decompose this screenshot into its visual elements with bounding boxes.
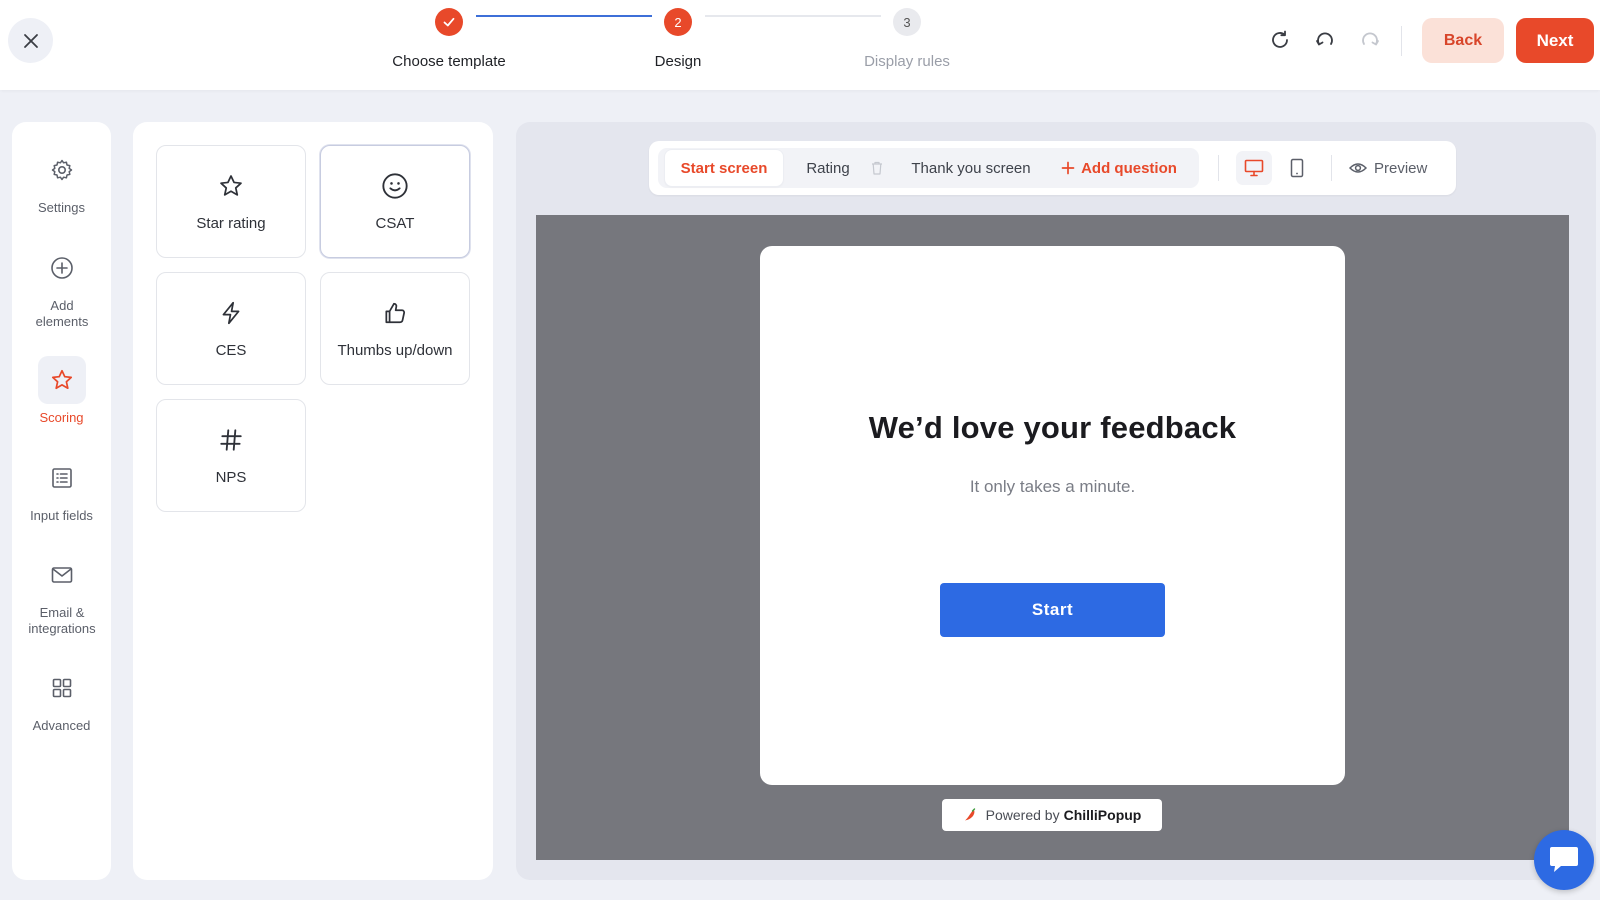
chat-widget-button[interactable] [1534,830,1594,890]
hash-icon [220,429,242,451]
divider [1218,155,1219,181]
element-card-nps[interactable]: NPS [156,399,306,512]
step-choose-template[interactable]: Choose template [349,8,549,70]
envelope-icon [51,567,72,583]
preview-label: Preview [1374,159,1428,177]
card-label: CES [215,342,247,359]
popup-start-button[interactable]: Start [940,583,1165,637]
sidebar-item-email-integrations[interactable]: Email & integrations [12,551,111,637]
popup-subtitle[interactable]: It only takes a minute. [760,477,1345,497]
check-icon [443,17,455,27]
mobile-icon [1290,158,1304,178]
back-button[interactable]: Back [1422,18,1504,63]
powered-by-badge[interactable]: Powered by ChilliPopup [942,799,1162,831]
step-label: Display rules [864,53,950,70]
list-icon [51,468,72,488]
card-label: Star rating [196,215,266,232]
redo-icon [1362,32,1379,46]
sidebar-item-advanced[interactable]: Advanced [12,664,111,734]
sidebar-item-label: Advanced [32,718,91,733]
powered-by-brand: ChilliPopup [1063,807,1142,823]
card-label: Thumbs up/down [337,342,453,359]
add-question-label: Add question [1081,159,1177,177]
lightning-icon [222,301,240,325]
powered-by-prefix: Powered by [985,807,1060,823]
sidebar-item-label: Input fields [30,508,93,523]
plus-circle-icon [50,257,73,279]
smiley-icon [382,173,408,199]
preview-button[interactable]: Preview [1349,150,1427,186]
top-bar: Choose template 2 Design 3 Display rules… [0,0,1600,90]
step-number: 2 [664,8,692,36]
gear-icon [51,159,72,181]
sidebar-item-label: Settings [38,200,85,215]
element-card-ces[interactable]: CES [156,272,306,385]
next-button[interactable]: Next [1516,18,1594,63]
card-icon-wrap [380,298,410,328]
redo-button[interactable] [1357,27,1383,53]
eye-icon [1349,163,1367,173]
element-card-star-rating[interactable]: Star rating [156,145,306,258]
refresh-button[interactable] [1267,27,1293,53]
sidebar-icon-wrap [37,356,86,404]
sidebar-icon-wrap [38,146,86,194]
sidebar-icon-wrap [38,244,86,292]
add-question-button[interactable]: Add question [1053,150,1185,186]
card-icon-wrap [380,171,410,201]
sidebar-icon-wrap [38,454,86,502]
sidebar-icon-wrap [38,551,86,599]
star-icon [51,369,72,390]
close-button[interactable] [8,18,53,63]
chat-bubble-icon [1550,847,1578,872]
card-label: NPS [215,469,247,486]
desktop-icon [1244,159,1264,177]
undo-icon [1316,32,1333,46]
grid-icon [52,678,71,698]
refresh-icon [1272,30,1288,48]
plus-icon [1061,161,1075,175]
sidebar-item-label: Scoring [39,410,84,425]
step-done-dot [435,8,463,36]
element-card-thumbs[interactable]: Thumbs up/down [320,272,470,385]
close-icon [23,33,38,48]
step-number: 3 [893,8,921,36]
trash-icon [872,161,882,175]
sidebar: Settings Add elements Scoring Input fiel… [12,122,111,880]
card-icon-wrap [216,425,246,455]
card-icon-wrap [216,298,246,328]
popup-title[interactable]: We’d love your feedback [760,410,1345,446]
tab-start-screen[interactable]: Start screen [665,150,783,186]
step-label: Choose template [392,53,506,70]
sidebar-item-scoring[interactable]: Scoring [12,356,111,426]
elements-panel: Star rating CSAT CES Thumbs up/down NPS [133,122,493,880]
popup-card[interactable]: We’d love your feedback It only takes a … [760,246,1345,785]
step-display-rules[interactable]: 3 Display rules [807,8,1007,70]
card-label: CSAT [375,215,415,232]
card-icon-wrap [216,171,246,201]
sidebar-item-settings[interactable]: Settings [12,146,111,216]
desktop-view-button[interactable] [1236,151,1272,185]
editor-toolbar: Start screen Rating Thank you screen Add… [649,141,1456,195]
step-design[interactable]: 2 Design [578,8,778,70]
divider [1331,155,1332,181]
element-card-csat[interactable]: CSAT [320,145,470,258]
sidebar-item-input-fields[interactable]: Input fields [12,454,111,524]
sidebar-item-label: Add elements [35,298,89,329]
sidebar-icon-wrap [38,664,86,712]
step-label: Design [654,53,702,70]
sidebar-item-add-elements[interactable]: Add elements [12,244,111,330]
divider [1401,26,1402,56]
delete-rating-button[interactable] [865,150,889,186]
star-icon [220,175,242,196]
chili-pepper-icon [964,808,975,821]
undo-button[interactable] [1312,27,1338,53]
tab-thank-you-screen[interactable]: Thank you screen [897,150,1045,186]
tab-rating[interactable]: Rating [789,150,867,186]
thumbs-up-icon [385,302,406,324]
sidebar-item-label: Email & integrations [28,605,96,636]
mobile-view-button[interactable] [1279,151,1315,185]
